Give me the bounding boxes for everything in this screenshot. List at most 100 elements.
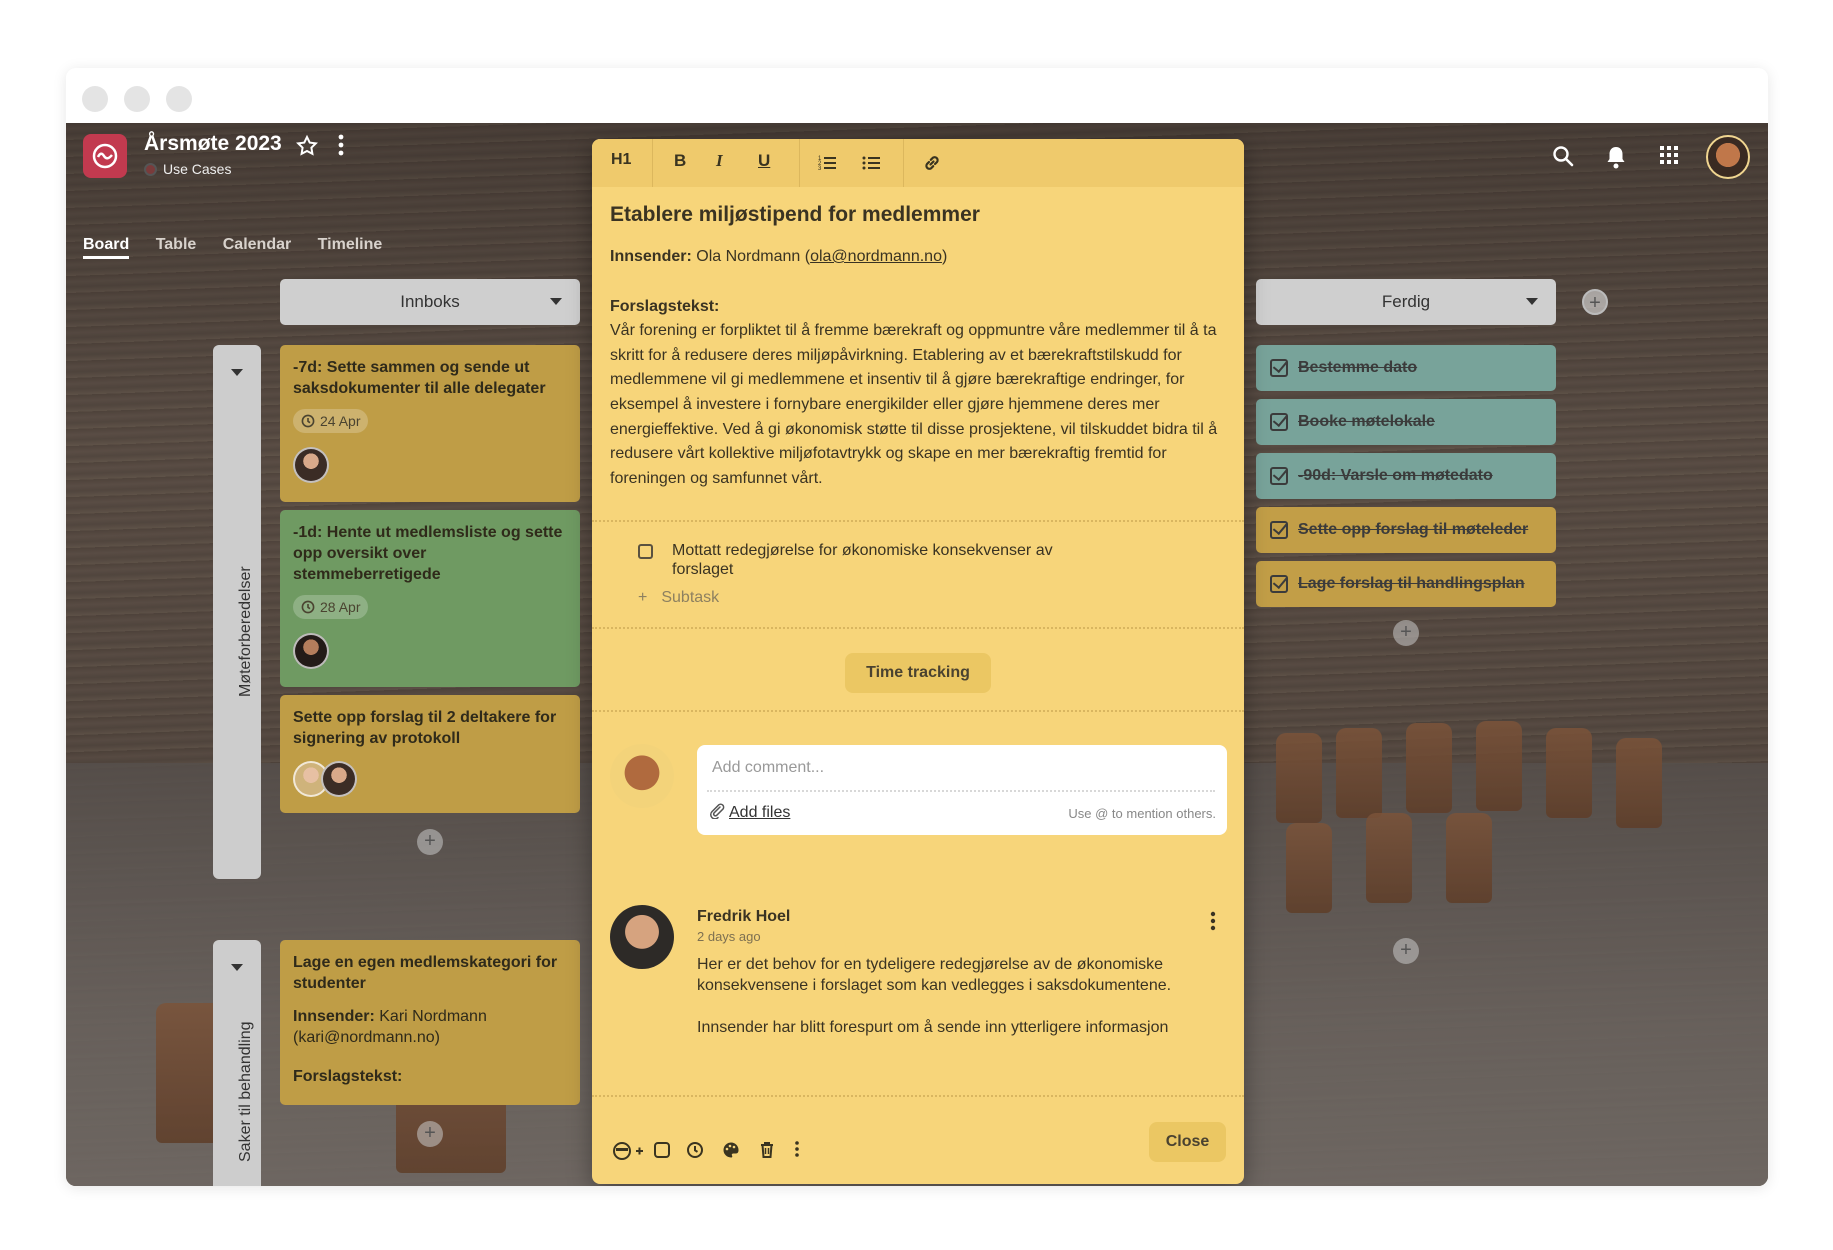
tab-timeline[interactable]: Timeline	[318, 236, 383, 253]
clock-icon[interactable]	[686, 1141, 704, 1159]
bold-button[interactable]: B	[674, 151, 686, 171]
add-column-button[interactable]: +	[1582, 289, 1608, 315]
swimlane-moteforberedelser[interactable]: Møteforberedelser	[213, 345, 261, 879]
submitter-email-link[interactable]: ola@nordmann.no	[810, 248, 942, 265]
trash-icon[interactable]	[759, 1141, 775, 1159]
add-subtask-label: Subtask	[661, 589, 720, 606]
task-card[interactable]: Lage en egen medlemskategori for student…	[280, 940, 580, 1105]
close-button[interactable]: Close	[1149, 1122, 1226, 1162]
add-card-button[interactable]: +	[417, 829, 443, 855]
clock-icon	[301, 414, 315, 428]
tab-board[interactable]: Board	[83, 236, 130, 259]
star-icon[interactable]	[295, 134, 319, 158]
card-title: Lage en egen medlemskategori for student…	[293, 954, 558, 992]
more-vertical-icon[interactable]	[795, 1141, 799, 1157]
chevron-down-icon	[550, 298, 562, 305]
task-card[interactable]: -7d: Sette sammen og sende ut saksdokume…	[280, 345, 580, 502]
add-card-button[interactable]: +	[1393, 938, 1419, 964]
due-date-badge: 24 Apr	[293, 409, 369, 433]
tab-calendar[interactable]: Calendar	[223, 236, 291, 253]
done-task-card[interactable]: Bestemme dato	[1256, 345, 1556, 391]
done-task-card[interactable]: Sette opp forslag til møteleder	[1256, 507, 1556, 553]
editor-toolbar: H1 B I U 123	[592, 139, 1244, 187]
task-card[interactable]: -1d: Hente ut medlemsliste og sette opp …	[280, 510, 580, 687]
checkbox-checked-icon[interactable]	[1270, 575, 1288, 593]
project-workspace[interactable]: Use Cases	[144, 161, 231, 177]
assignee-avatar[interactable]	[293, 633, 329, 669]
task-title[interactable]: Etablere miljøstipend for medlemmer	[610, 203, 980, 227]
ordered-list-icon[interactable]: 123	[818, 154, 836, 172]
search-icon[interactable]	[1552, 145, 1574, 167]
add-files-button[interactable]: Add files	[709, 803, 790, 822]
comment-composer[interactable]: Add comment... Add files Use @ to mentio…	[697, 745, 1227, 835]
section-divider	[592, 710, 1244, 712]
window-close-button[interactable]	[82, 86, 108, 112]
task-card[interactable]: Sette opp forslag til 2 deltakere for si…	[280, 695, 580, 813]
checkbox-checked-icon[interactable]	[1270, 359, 1288, 377]
add-card-button[interactable]: +	[1393, 620, 1419, 646]
checkbox-checked-icon[interactable]	[1270, 521, 1288, 539]
app-logo-icon[interactable]	[83, 134, 127, 178]
task-description[interactable]: Innsender: Ola Nordmann (ola@nordmann.no…	[610, 245, 1220, 491]
comment-input[interactable]: Add comment...	[712, 759, 824, 777]
due-date: 24 Apr	[320, 413, 361, 429]
current-user-avatar	[610, 744, 674, 808]
done-task-card[interactable]: Booke møtelokale	[1256, 399, 1556, 445]
apps-grid-icon[interactable]	[1659, 145, 1679, 165]
heading-button[interactable]: H1	[611, 151, 631, 169]
chevron-down-icon[interactable]	[231, 369, 243, 376]
submitter-line: Innsender: Ola Nordmann (ola@nordmann.no…	[610, 245, 1220, 270]
assignee-avatar[interactable]	[321, 761, 357, 797]
due-date-badge: 28 Apr	[293, 595, 369, 619]
paperclip-icon	[709, 803, 725, 819]
more-vertical-icon[interactable]	[338, 134, 344, 156]
add-card-button[interactable]: +	[417, 1121, 443, 1147]
window-minimize-button[interactable]	[124, 86, 150, 112]
add-assignee-icon[interactable]	[612, 1141, 644, 1161]
proposal-label-text: Forslagstekst:	[610, 297, 720, 315]
bell-icon[interactable]	[1605, 145, 1627, 169]
subtask-checkbox[interactable]	[638, 544, 653, 559]
comment-author: Fredrik Hoel	[697, 908, 791, 925]
submitter-name: Ola Nordmann (	[696, 248, 811, 265]
add-subtask-button[interactable]: + Subtask	[638, 589, 719, 607]
card-title: Sette opp forslag til møteleder	[1298, 521, 1529, 538]
checkbox-checked-icon[interactable]	[1270, 467, 1288, 485]
add-files-label: Add files	[729, 804, 791, 821]
swimlane-label: Møteforberedelser	[237, 566, 254, 697]
chevron-down-icon[interactable]	[231, 964, 243, 971]
subtask-label[interactable]: Mottatt redegjørelse for økonomiske kons…	[672, 541, 1092, 579]
section-divider	[592, 520, 1244, 522]
tab-table[interactable]: Table	[156, 236, 197, 253]
browser-window: Årsmøte 2023 Use Cases Board Table Calen…	[66, 68, 1768, 1186]
checkbox-checked-icon[interactable]	[1270, 413, 1288, 431]
project-title[interactable]: Årsmøte 2023	[144, 132, 282, 156]
bullet-list-icon[interactable]	[862, 154, 880, 172]
column-header-inbox[interactable]: Innboks	[280, 279, 580, 325]
link-icon[interactable]	[922, 153, 942, 173]
proposal-label: Forslagstekst:	[610, 295, 1220, 320]
toolbar-divider	[799, 139, 800, 187]
view-tabs: Board Table Calendar Timeline	[83, 236, 404, 259]
app-viewport: Årsmøte 2023 Use Cases Board Table Calen…	[66, 123, 1768, 1186]
assignee-avatar[interactable]	[293, 447, 329, 483]
italic-button[interactable]: I	[716, 151, 723, 171]
column-title: Ferdig	[1381, 292, 1431, 311]
card-title: -90d: Varsle om møtedato	[1298, 467, 1493, 484]
swimlane-saker-til-behandling[interactable]: Saker til behandling	[213, 940, 261, 1186]
workspace-label: Use Cases	[163, 161, 232, 177]
card-description: Innsender: Kari Nordmann (kari@nordmann.…	[293, 1006, 567, 1048]
done-task-card[interactable]: Lage forslag til handlingsplan	[1256, 561, 1556, 607]
comment-more-icon[interactable]	[1210, 911, 1216, 931]
user-avatar[interactable]	[1706, 135, 1750, 179]
submitter-label: Innsender:	[293, 1008, 375, 1025]
palette-icon[interactable]	[722, 1141, 740, 1159]
card-title: -7d: Sette sammen og sende ut saksdokume…	[293, 359, 546, 397]
done-task-card[interactable]: -90d: Varsle om møtedato	[1256, 453, 1556, 499]
window-maximize-button[interactable]	[166, 86, 192, 112]
underline-button[interactable]: U	[758, 151, 770, 171]
toolbar-divider	[652, 139, 653, 187]
checkbox-icon[interactable]	[653, 1141, 671, 1159]
column-header-done[interactable]: Ferdig	[1256, 279, 1556, 325]
time-tracking-button[interactable]: Time tracking	[845, 653, 991, 693]
